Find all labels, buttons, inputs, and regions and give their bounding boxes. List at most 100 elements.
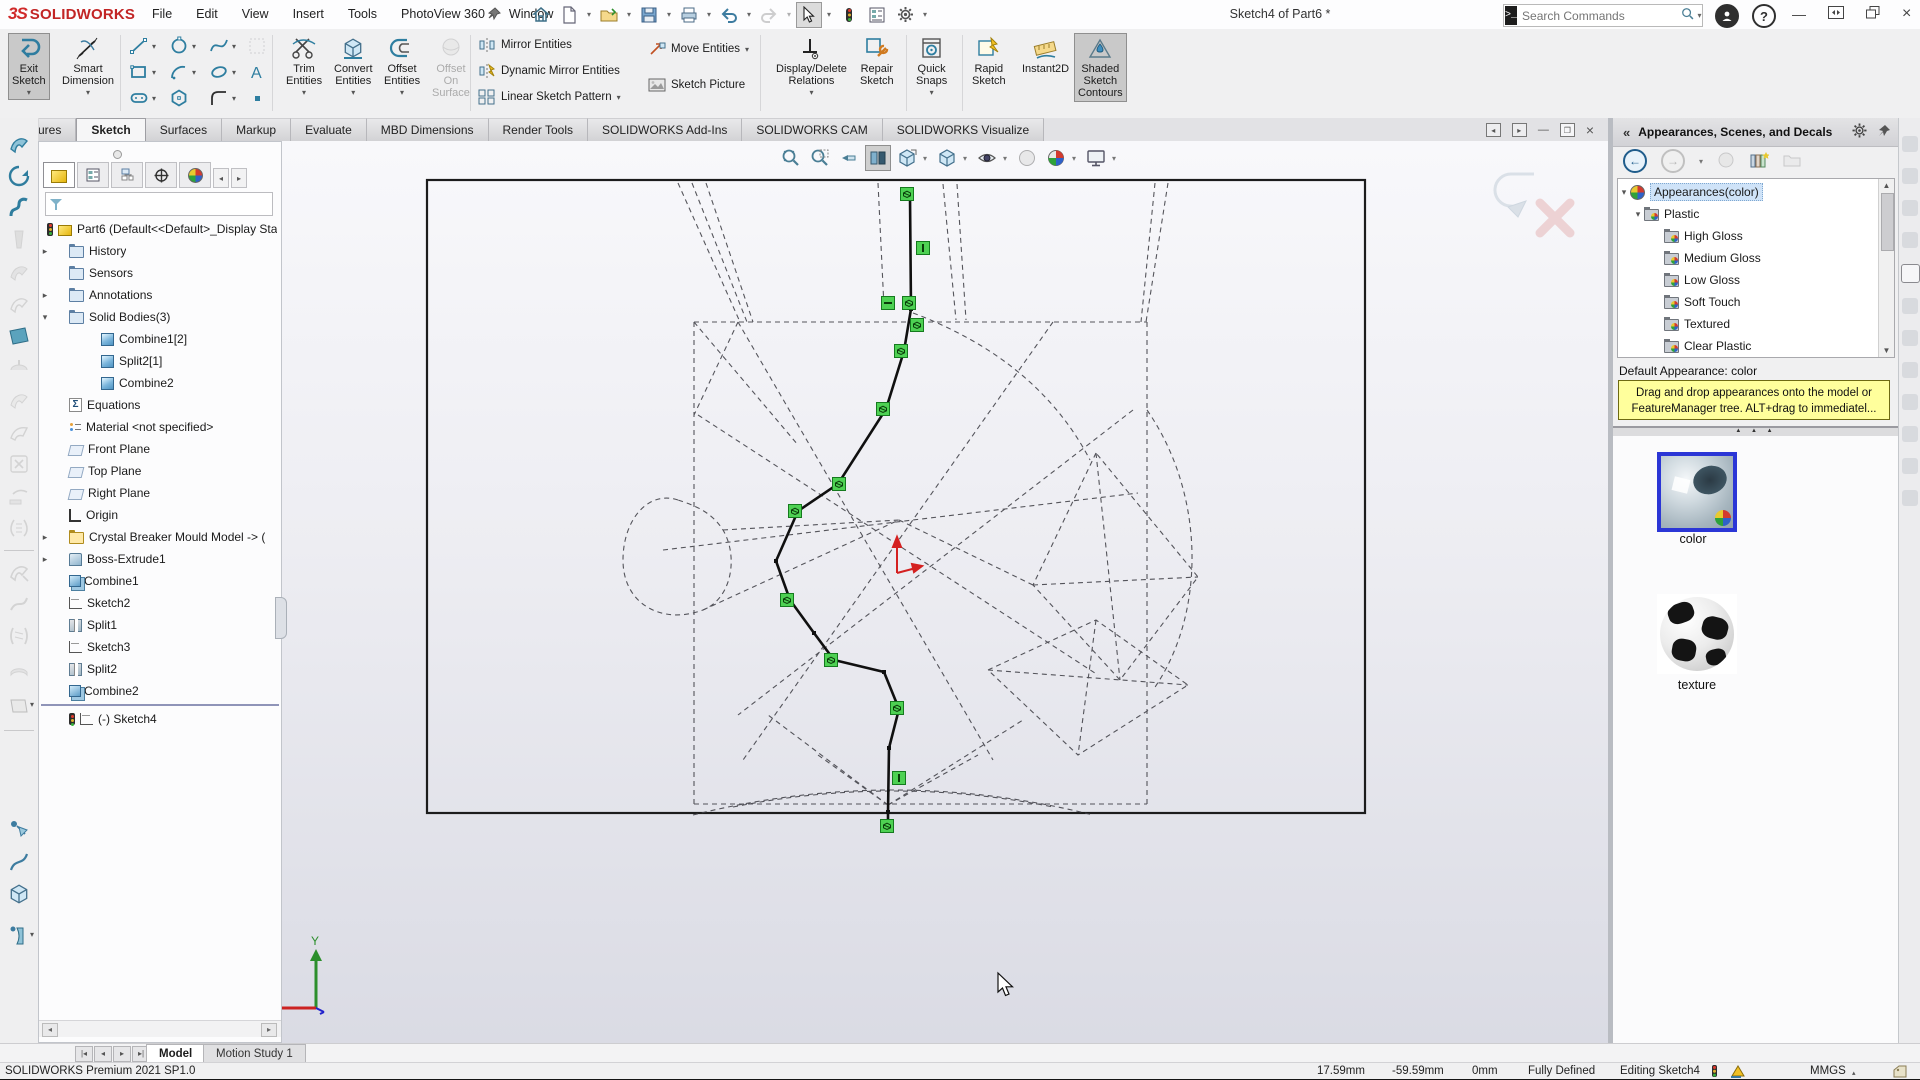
- tree-item-history[interactable]: ▸History: [39, 240, 281, 262]
- scroll-down-icon[interactable]: ▼: [1879, 344, 1894, 357]
- menu-edit[interactable]: Edit: [184, 0, 230, 29]
- offset-surface-icon[interactable]: [7, 356, 31, 380]
- tabs-scroll-left-icon[interactable]: ◂: [213, 168, 229, 188]
- tab-evaluate[interactable]: Evaluate: [291, 118, 367, 141]
- freeform-icon[interactable]: [7, 420, 31, 444]
- property-manager-tab[interactable]: [77, 162, 109, 188]
- tree-item-split2[interactable]: Split2: [39, 658, 281, 680]
- featuremanager-tab[interactable]: [43, 162, 75, 188]
- dock-right-icon[interactable]: ▸: [1512, 123, 1527, 137]
- line-caret-icon[interactable]: ▾: [152, 42, 156, 51]
- view-palette-tab-icon[interactable]: [1902, 200, 1918, 216]
- redo-caret-icon[interactable]: ▾: [784, 10, 794, 19]
- reference-geometry-icon[interactable]: [7, 818, 31, 842]
- sketch-picture-button[interactable]: Sketch Picture: [648, 77, 745, 93]
- ruled-surface-icon[interactable]: [7, 388, 31, 412]
- ellipse-caret-icon[interactable]: ▾: [232, 68, 236, 77]
- nav-forward-icon[interactable]: →: [1661, 149, 1685, 173]
- apply-scene-caret-icon[interactable]: ▾: [1072, 154, 1080, 163]
- extend-surface-icon[interactable]: [7, 560, 31, 584]
- fillet-caret-icon[interactable]: ▾: [232, 94, 236, 103]
- planar-surface-icon[interactable]: [7, 324, 31, 348]
- configuration-manager-tab[interactable]: [111, 162, 143, 188]
- restore-icon[interactable]: [1866, 6, 1880, 22]
- previous-view-icon[interactable]: [836, 145, 862, 171]
- help-icon[interactable]: ?: [1752, 4, 1776, 28]
- offset-entities-button[interactable]: Offset Entities ▾: [380, 33, 424, 100]
- dimxpert-manager-tab[interactable]: [145, 162, 177, 188]
- scroll-right-icon[interactable]: ▸: [261, 1023, 277, 1037]
- edit-appearance-icon[interactable]: [1014, 145, 1040, 171]
- linear-pattern-caret-icon[interactable]: ▾: [617, 93, 621, 102]
- open-button[interactable]: [596, 2, 622, 28]
- close-icon[interactable]: ×: [1902, 5, 1911, 23]
- forum-tab-icon[interactable]: [1902, 298, 1918, 314]
- tree-item-sketch2[interactable]: Sketch2: [39, 592, 281, 614]
- shaded-sketch-contours-button[interactable]: Shaded Sketch Contours: [1074, 33, 1127, 102]
- exit-sketch-caret-icon[interactable]: ▾: [27, 88, 31, 97]
- select-tool-button[interactable]: [796, 2, 822, 28]
- expander-icon[interactable]: ▾: [39, 312, 51, 323]
- surface-flatten-icon[interactable]: [7, 694, 31, 718]
- new-caret-icon[interactable]: ▾: [584, 10, 594, 19]
- move-entities-caret-icon[interactable]: ▾: [745, 45, 749, 54]
- save-button[interactable]: [636, 2, 662, 28]
- tree-item-sensors[interactable]: Sensors: [39, 262, 281, 284]
- tab-markup[interactable]: Markup: [222, 118, 291, 141]
- panel-grip-icon[interactable]: [113, 150, 122, 159]
- dock-left-icon[interactable]: ◂: [1486, 123, 1501, 137]
- view-orientation-icon[interactable]: [894, 145, 920, 171]
- menu-insert[interactable]: Insert: [281, 0, 336, 29]
- smart-dimension-button[interactable]: Smart Dimension ▾: [58, 33, 118, 100]
- nav-back-icon[interactable]: ←: [1623, 149, 1647, 173]
- appearances-tab-icon[interactable]: [1902, 232, 1918, 248]
- select-caret-icon[interactable]: ▾: [824, 10, 834, 19]
- save-caret-icon[interactable]: ▾: [664, 10, 674, 19]
- open-caret-icon[interactable]: ▾: [624, 10, 634, 19]
- tab-render-tools[interactable]: Render Tools: [489, 118, 589, 141]
- print-button[interactable]: [676, 2, 702, 28]
- exit-sketch-button[interactable]: Exit Sketch ▾: [8, 33, 50, 100]
- dynamic-mirror-button[interactable]: Dynamic Mirror Entities: [478, 63, 620, 79]
- color-appearance-thumbnail[interactable]: [1657, 452, 1737, 532]
- undo-button[interactable]: [716, 2, 742, 28]
- extruded-surface-icon[interactable]: [7, 132, 31, 156]
- lofted-surface-icon[interactable]: [7, 228, 31, 252]
- expander-icon[interactable]: ▾: [1632, 209, 1644, 220]
- sheet-metal-caret-icon[interactable]: ▾: [30, 930, 34, 939]
- swept-surface-icon[interactable]: [7, 196, 31, 220]
- view-settings-icon[interactable]: [1083, 145, 1109, 171]
- menu-tools[interactable]: Tools: [336, 0, 389, 29]
- search-input[interactable]: [1518, 9, 1681, 23]
- hide-show-caret-icon[interactable]: ▾: [1003, 154, 1011, 163]
- tab-solidworks-cam[interactable]: SOLIDWORKS CAM: [742, 118, 882, 141]
- zoom-to-fit-icon[interactable]: [778, 145, 804, 171]
- section-view-icon[interactable]: [865, 145, 891, 171]
- tree-item-medium-gloss[interactable]: Medium Gloss: [1618, 247, 1878, 269]
- display-delete-caret-icon[interactable]: ▾: [809, 88, 813, 97]
- tree-horizontal-scrollbar[interactable]: ◂ ▸: [39, 1020, 281, 1037]
- thicken-icon[interactable]: [7, 656, 31, 680]
- tree-item-material[interactable]: Material <not specified>: [39, 416, 281, 438]
- expander-icon[interactable]: ▾: [1618, 187, 1630, 198]
- appearance-library-icon[interactable]: [1749, 151, 1769, 172]
- tab-surfaces[interactable]: Surfaces: [146, 118, 222, 141]
- sketch-relation-badges[interactable]: [781, 188, 930, 833]
- instant3d-icon[interactable]: [7, 882, 31, 906]
- untrim-surface-icon[interactable]: [7, 516, 31, 540]
- offset-caret-icon[interactable]: ▾: [400, 88, 404, 97]
- delete-face-icon[interactable]: [7, 452, 31, 476]
- spline-caret-icon[interactable]: ▾: [232, 42, 236, 51]
- trim-entities-button[interactable]: Trim Entities ▾: [282, 33, 326, 100]
- scroll-up-icon[interactable]: ▲: [1879, 179, 1894, 192]
- rectangle-caret-icon[interactable]: ▾: [152, 68, 156, 77]
- convert-entities-button[interactable]: Convert Entities ▾: [330, 33, 377, 100]
- tree-item-split1[interactable]: Split1: [39, 614, 281, 636]
- convert-caret-icon[interactable]: ▾: [351, 88, 355, 97]
- arc-caret-icon[interactable]: ▾: [192, 68, 196, 77]
- rapid-sketch-button[interactable]: Rapid Sketch: [968, 33, 1010, 90]
- display-settings-button[interactable]: [864, 2, 890, 28]
- tab-sketch[interactable]: Sketch: [76, 118, 145, 142]
- expander-icon[interactable]: ▸: [39, 554, 51, 565]
- fillet-tool-icon[interactable]: [208, 87, 230, 109]
